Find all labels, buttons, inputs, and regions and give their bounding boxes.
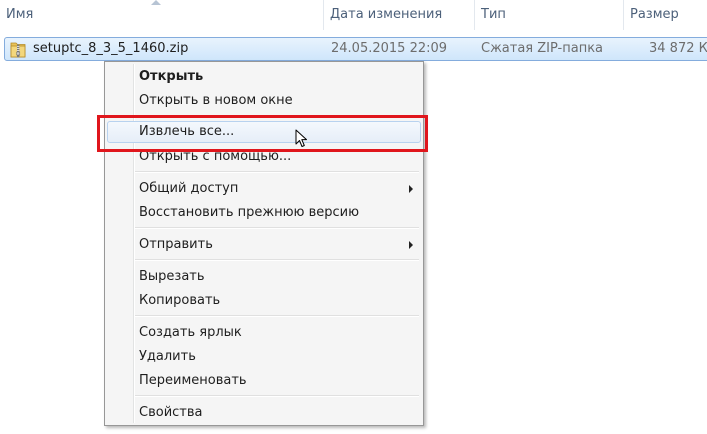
submenu-arrow-icon	[409, 241, 413, 249]
menu-item-share[interactable]: Общий доступ	[107, 178, 421, 200]
column-header-bar: Имя Дата изменения Тип Размер	[0, 0, 707, 30]
menu-item-send-to[interactable]: Отправить	[107, 234, 421, 256]
menu-item-open[interactable]: Открыть	[107, 66, 421, 88]
column-header-date[interactable]: Дата изменения	[324, 0, 474, 30]
file-row-selected[interactable]: setuptc_8_3_5_1460.zip 24.05.2015 22:09 …	[4, 37, 707, 61]
menu-separator	[135, 395, 419, 397]
file-type: Сжатая ZIP-папка	[481, 41, 604, 56]
menu-item-cut[interactable]: Вырезать	[107, 266, 421, 288]
menu-item-send-to-label: Отправить	[139, 237, 213, 252]
menu-item-create-shortcut[interactable]: Создать ярлык	[107, 322, 421, 344]
menu-separator	[135, 227, 419, 229]
mouse-pointer-icon	[295, 129, 307, 147]
column-header-size[interactable]: Размер	[624, 0, 707, 30]
menu-item-copy[interactable]: Копировать	[107, 290, 421, 312]
menu-item-properties[interactable]: Свойства	[107, 402, 421, 424]
file-date-modified: 24.05.2015 22:09	[331, 41, 448, 56]
annotation-highlight-box	[97, 115, 428, 152]
zip-folder-icon	[10, 42, 26, 58]
menu-item-share-label: Общий доступ	[139, 181, 239, 196]
menu-item-rename[interactable]: Переименовать	[107, 370, 421, 392]
file-size: 34 872 КБ	[649, 41, 707, 56]
menu-item-restore-previous[interactable]: Восстановить прежнюю версию	[107, 202, 421, 224]
file-name: setuptc_8_3_5_1460.zip	[33, 41, 189, 56]
column-header-name[interactable]: Имя	[0, 0, 322, 30]
menu-item-open-new-window[interactable]: Открыть в новом окне	[107, 90, 421, 112]
menu-separator	[135, 259, 419, 261]
submenu-arrow-icon	[409, 185, 413, 193]
column-header-type[interactable]: Тип	[475, 0, 623, 30]
menu-item-delete[interactable]: Удалить	[107, 346, 421, 368]
menu-separator	[135, 171, 419, 173]
menu-separator	[135, 315, 419, 317]
